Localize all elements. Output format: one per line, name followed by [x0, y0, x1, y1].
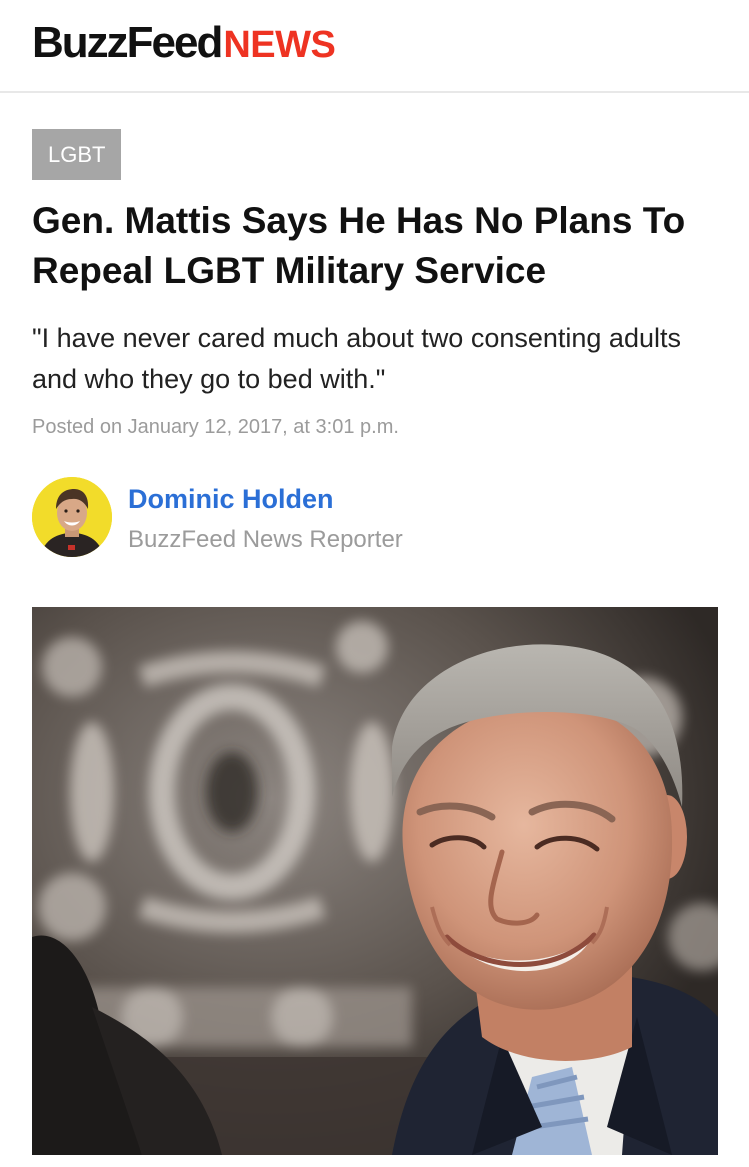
posted-timestamp: Posted on January 12, 2017, at 3:01 p.m. [32, 416, 399, 438]
author-avatar-image [32, 477, 112, 557]
logo-news: NEWS [223, 24, 336, 66]
site-header: BuzzFeed NEWS [0, 0, 749, 93]
article-headline: Gen. Mattis Says He Has No Plans To Repe… [32, 200, 686, 291]
author-avatar[interactable] [32, 477, 112, 557]
category-badge[interactable]: LGBT [32, 129, 122, 180]
author-name-link[interactable]: Dominic Holden [128, 482, 334, 516]
logo-buzzfeed: BuzzFeed [32, 18, 223, 67]
buzzfeed-news-logo[interactable]: BuzzFeed NEWS [32, 18, 336, 68]
article-dek: "I have never cared much about two conse… [32, 323, 681, 394]
article-hero-photo [32, 607, 718, 1155]
author-role: BuzzFeed News Reporter [128, 526, 403, 553]
hero-photo-illustration [32, 607, 718, 1155]
